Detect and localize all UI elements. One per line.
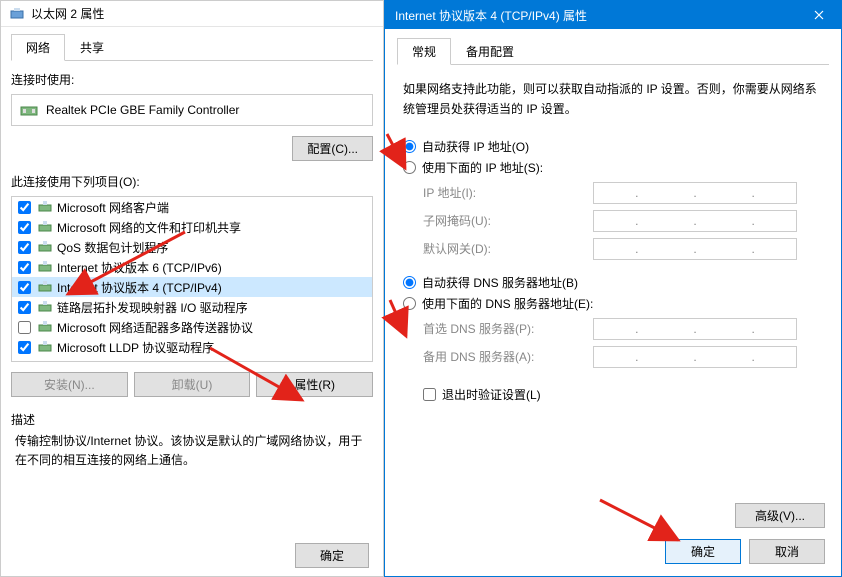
ip-address-label: IP 地址(I):	[423, 184, 593, 201]
protocol-icon	[37, 259, 53, 275]
list-item-checkbox[interactable]	[18, 221, 31, 234]
radio-ip-manual[interactable]	[403, 161, 416, 174]
list-item-checkbox[interactable]	[18, 321, 31, 334]
protocol-icon	[37, 199, 53, 215]
tab-alternate[interactable]: 备用配置	[451, 38, 529, 65]
tab-sharing[interactable]: 共享	[65, 34, 119, 61]
right-tab-strip: 常规 备用配置	[397, 37, 829, 65]
adapter-name: Realtek PCIe GBE Family Controller	[46, 103, 239, 117]
adapter-box: Realtek PCIe GBE Family Controller	[11, 94, 373, 126]
left-tab-strip: 网络 共享	[11, 33, 373, 61]
protocol-icon	[37, 319, 53, 335]
list-item-checkbox[interactable]	[18, 281, 31, 294]
radio-dns-manual-label: 使用下面的 DNS 服务器地址(E):	[422, 295, 593, 312]
protocol-icon	[37, 239, 53, 255]
list-item[interactable]: Microsoft 网络的文件和打印机共享	[12, 217, 373, 237]
list-item-checkbox[interactable]	[18, 201, 31, 214]
list-item-label: 链路层拓扑发现映射器 I/O 驱动程序	[57, 299, 248, 316]
subnet-input: ...	[593, 210, 797, 232]
description-label: 描述	[11, 411, 373, 428]
list-item-label: Microsoft 网络客户端	[57, 199, 169, 216]
protocol-icon	[37, 299, 53, 315]
radio-dns-manual[interactable]	[403, 297, 416, 310]
tab-general[interactable]: 常规	[397, 38, 451, 65]
dns-alt-input: ...	[593, 346, 797, 368]
radio-ip-auto-label: 自动获得 IP 地址(O)	[422, 138, 529, 155]
list-item-label: Microsoft 网络适配器多路传送器协议	[57, 319, 253, 336]
list-item-checkbox[interactable]	[18, 241, 31, 254]
right-window-title: Internet 协议版本 4 (TCP/IPv4) 属性	[395, 7, 797, 24]
list-item[interactable]: Microsoft LLDP 协议驱动程序	[12, 337, 373, 357]
list-item[interactable]: Internet 协议版本 4 (TCP/IPv4)	[12, 277, 373, 297]
ipv4-properties-window: Internet 协议版本 4 (TCP/IPv4) 属性 常规 备用配置 如果…	[384, 0, 842, 577]
properties-button[interactable]: 属性(R)	[256, 372, 373, 397]
help-text: 如果网络支持此功能，则可以获取自动指派的 IP 设置。否则，你需要从网络系统管理…	[397, 79, 829, 120]
connect-using-label: 连接时使用:	[11, 71, 373, 88]
uninstall-button[interactable]: 卸载(U)	[134, 372, 251, 397]
list-item-label: QoS 数据包计划程序	[57, 239, 168, 256]
adapter-icon	[9, 6, 25, 22]
list-item-checkbox[interactable]	[18, 301, 31, 314]
description-text: 传输控制协议/Internet 协议。该协议是默认的广域网络协议，用于在不同的相…	[11, 432, 373, 470]
right-titlebar: Internet 协议版本 4 (TCP/IPv4) 属性	[385, 1, 841, 29]
ethernet-properties-window: 以太网 2 属性 网络 共享 连接时使用: Realtek PCIe GBE F…	[0, 0, 384, 577]
list-item[interactable]: Internet 协议版本 6 (TCP/IPv6)	[12, 257, 373, 277]
validate-label: 退出时验证设置(L)	[442, 386, 541, 403]
install-button[interactable]: 安装(N)...	[11, 372, 128, 397]
dns-pref-label: 首选 DNS 服务器(P):	[423, 320, 593, 337]
list-item-label: Internet 协议版本 4 (TCP/IPv4)	[57, 279, 222, 296]
list-item[interactable]: Microsoft 网络适配器多路传送器协议	[12, 317, 373, 337]
close-button[interactable]	[797, 1, 841, 29]
list-item-label: Internet 协议版本 6 (TCP/IPv6)	[57, 259, 222, 276]
protocol-icon	[37, 339, 53, 355]
list-item[interactable]: QoS 数据包计划程序	[12, 237, 373, 257]
items-label: 此连接使用下列项目(O):	[11, 173, 373, 190]
dns-pref-input: ...	[593, 318, 797, 340]
right-ok-button[interactable]: 确定	[665, 539, 741, 564]
list-item[interactable]: 链路层拓扑发现映射器 I/O 驱动程序	[12, 297, 373, 317]
list-item-checkbox[interactable]	[18, 341, 31, 354]
radio-dns-auto[interactable]	[403, 276, 416, 289]
list-item[interactable]: Microsoft 网络客户端	[12, 197, 373, 217]
nic-icon	[20, 101, 38, 119]
ip-address-input: ...	[593, 182, 797, 204]
protocol-listbox[interactable]: Microsoft 网络客户端 Microsoft 网络的文件和打印机共享 QoS …	[11, 196, 373, 362]
gateway-input: ...	[593, 238, 797, 260]
validate-checkbox[interactable]	[423, 388, 436, 401]
configure-button[interactable]: 配置(C)...	[292, 136, 373, 161]
radio-ip-auto[interactable]	[403, 140, 416, 153]
left-window-title: 以太网 2 属性	[31, 5, 104, 22]
radio-ip-manual-label: 使用下面的 IP 地址(S):	[422, 159, 543, 176]
dns-alt-label: 备用 DNS 服务器(A):	[423, 348, 593, 365]
radio-dns-auto-label: 自动获得 DNS 服务器地址(B)	[422, 274, 578, 291]
advanced-button[interactable]: 高级(V)...	[735, 503, 825, 528]
list-item-checkbox[interactable]	[18, 261, 31, 274]
gateway-label: 默认网关(D):	[423, 240, 593, 257]
list-item-label: Microsoft 网络的文件和打印机共享	[57, 219, 241, 236]
left-titlebar: 以太网 2 属性	[1, 1, 383, 27]
left-ok-button[interactable]: 确定	[295, 543, 369, 568]
subnet-label: 子网掩码(U):	[423, 212, 593, 229]
tab-network[interactable]: 网络	[11, 34, 65, 61]
close-icon	[814, 10, 824, 20]
protocol-icon	[37, 219, 53, 235]
list-item-label: Microsoft LLDP 协议驱动程序	[57, 339, 214, 356]
protocol-icon	[37, 279, 53, 295]
right-cancel-button[interactable]: 取消	[749, 539, 825, 564]
